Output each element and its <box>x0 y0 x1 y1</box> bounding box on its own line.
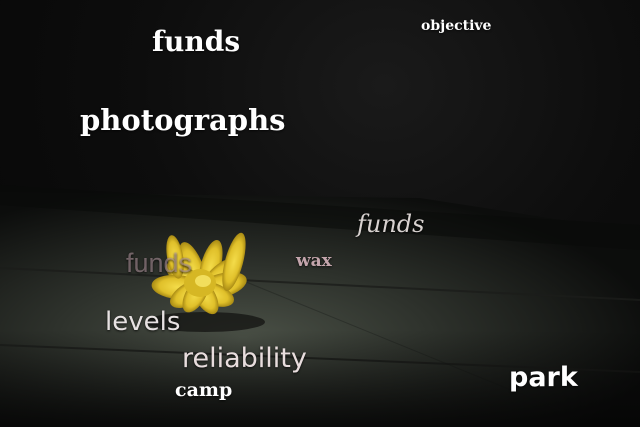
word-funds-top: funds <box>152 25 241 58</box>
word-funds-script: funds <box>357 210 425 238</box>
word-funds-faint: funds <box>126 248 193 278</box>
word-reliability: reliability <box>182 343 307 374</box>
word-photographs: photographs <box>80 103 286 137</box>
word-camp: camp <box>175 379 233 401</box>
photo-scene: funds objective photographs funds funds … <box>0 0 640 427</box>
word-levels: levels <box>105 307 181 337</box>
word-wax: wax <box>296 251 332 271</box>
word-park: park <box>509 362 578 393</box>
word-objective: objective <box>421 18 492 34</box>
